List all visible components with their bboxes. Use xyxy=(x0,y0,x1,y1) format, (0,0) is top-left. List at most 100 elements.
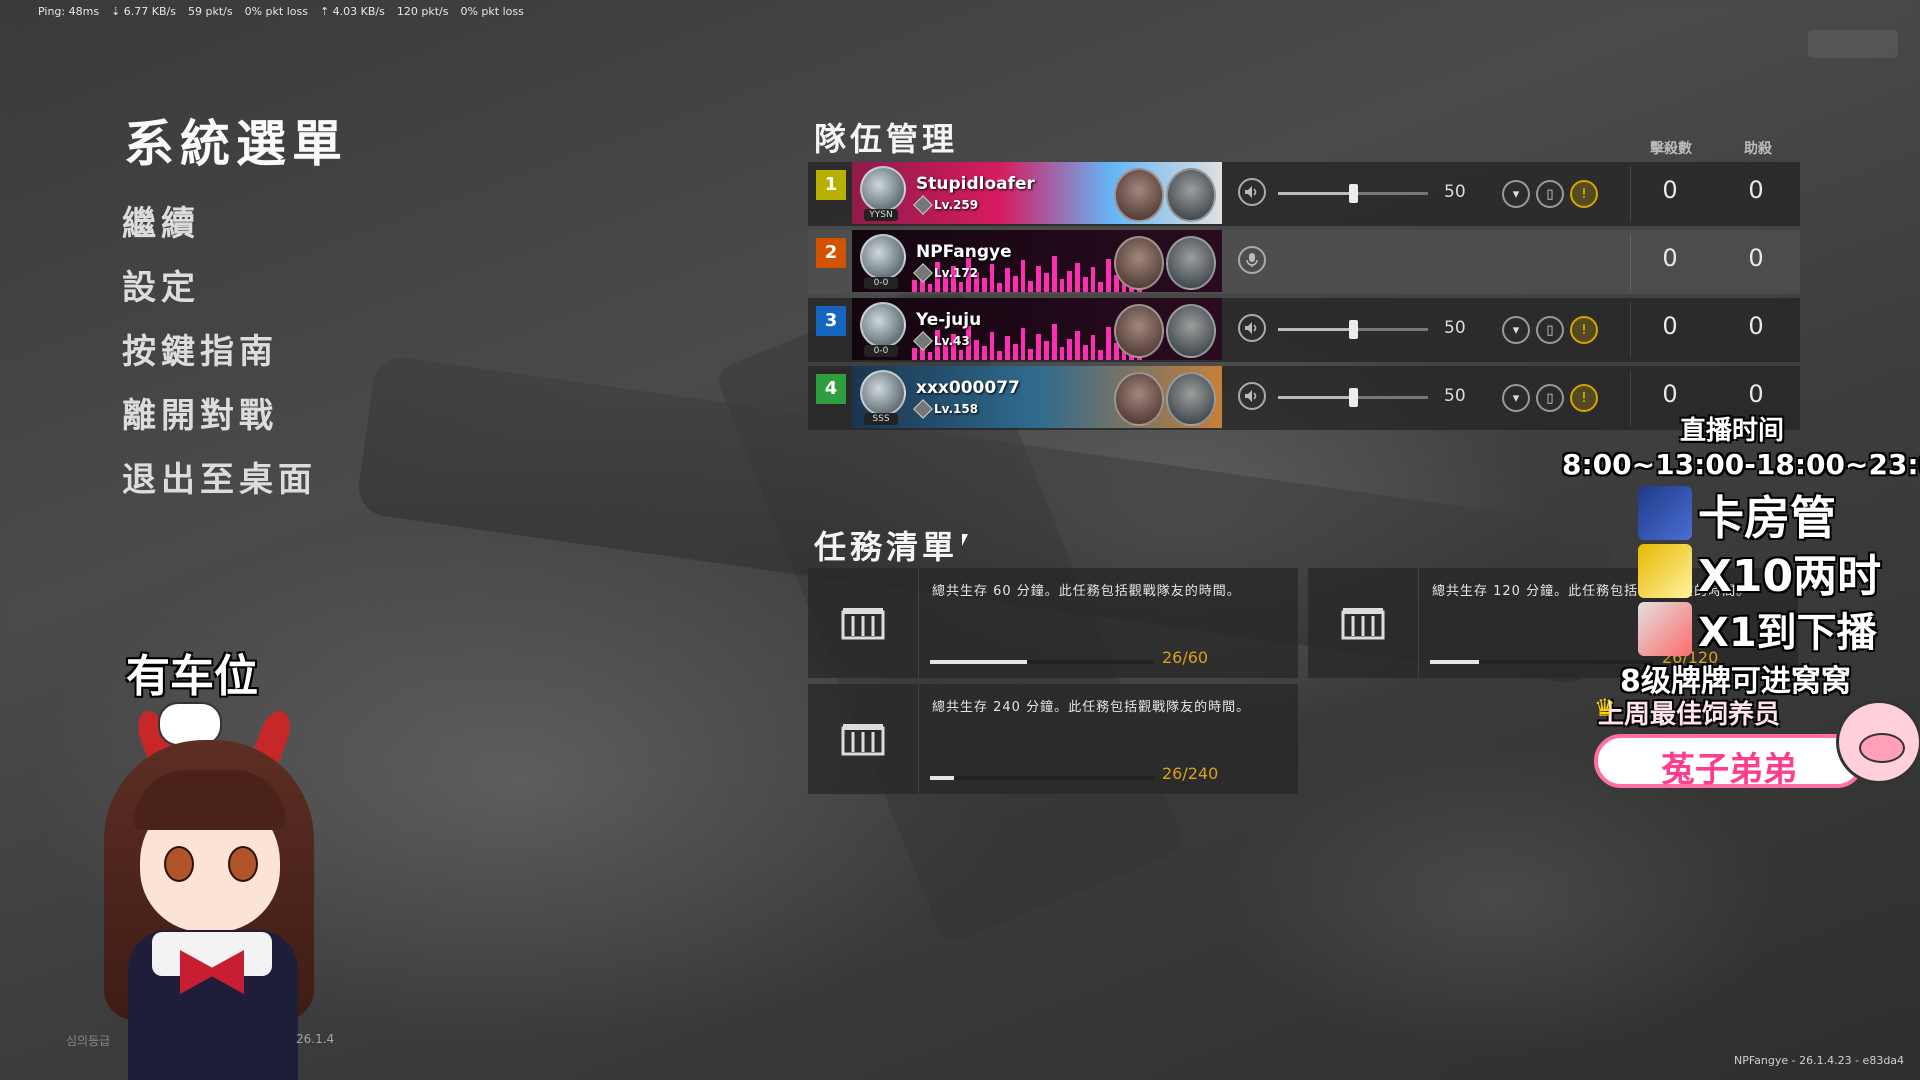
medal-emblem-icon xyxy=(1166,236,1216,290)
upload-packets: 120 pkt/s xyxy=(396,4,449,18)
volume-slider-thumb[interactable] xyxy=(1349,320,1358,339)
phone-icon[interactable]: ▯ xyxy=(1536,384,1564,412)
player-nameplate[interactable]: SSS xxx000077 Lv.158 xyxy=(852,366,1222,428)
volume-slider[interactable] xyxy=(1278,320,1428,339)
stats-divider xyxy=(1630,166,1631,222)
download-packets: 59 pkt/s xyxy=(187,4,233,18)
visualizer-bar xyxy=(1020,260,1026,292)
visualizer-bar xyxy=(1005,336,1010,360)
mission-card[interactable]: 總共生存 240 分鐘。此任務包括觀戰隊友的時間。 26/240 xyxy=(808,684,1298,794)
volume-value: 50 xyxy=(1444,386,1466,406)
mission-icon-box xyxy=(808,684,919,794)
upload-rate: 4.03 KB/s xyxy=(332,4,385,18)
mission-progress-bar xyxy=(930,660,1154,664)
alert-bell-icon[interactable]: ! xyxy=(1570,180,1598,208)
squad-management-title: 隊伍管理 xyxy=(814,120,959,158)
phone-icon[interactable]: ▯ xyxy=(1536,180,1564,208)
visualizer-bar xyxy=(1059,347,1065,360)
alert-bell-icon[interactable]: ! xyxy=(1570,384,1598,412)
reward-2-text: X10两时 xyxy=(1698,551,1882,602)
visualizer-bar xyxy=(1067,271,1073,292)
stats-divider xyxy=(1630,302,1631,358)
mission-progress-bar xyxy=(930,776,1154,780)
visualizer-bar xyxy=(1036,334,1042,360)
best-feeder-label: 上周最佳饲养员 xyxy=(1598,700,1781,730)
build-version-left: 26.1.4 xyxy=(296,1032,335,1046)
reward-1-text: 卡房管 xyxy=(1698,491,1836,545)
mission-progress-fill xyxy=(930,776,955,780)
visualizer-bar xyxy=(981,346,987,360)
speaker-glyph xyxy=(1245,390,1257,402)
visualizer-bar xyxy=(981,278,987,292)
player-name: Ye-juju xyxy=(916,310,982,330)
volume-slider-thumb[interactable] xyxy=(1349,184,1358,203)
report-flag-icon[interactable]: ▾ xyxy=(1502,316,1530,344)
assists-count: 0 xyxy=(1748,380,1764,408)
speaker-icon[interactable] xyxy=(1238,382,1266,410)
player-name: NPFangye xyxy=(916,242,1012,262)
visualizer-bar xyxy=(997,283,1003,292)
speaker-icon[interactable] xyxy=(1238,314,1266,342)
menu-item-exit-desktop[interactable]: 退出至桌面 xyxy=(122,448,317,512)
menu-item-key-guide[interactable]: 按鍵指南 xyxy=(122,320,317,384)
player-nameplate[interactable]: 0-0 NPFangye Lv.172 xyxy=(852,230,1222,292)
upload-arrow-icon: ⇡ xyxy=(319,4,330,18)
squad-member-row[interactable]: 1 YYSN Stupidloafer Lv.259 50 ▾ ▯! 0 0 xyxy=(808,162,1800,226)
reward-3-text: X1到下播 xyxy=(1698,610,1877,656)
volume-slider[interactable] xyxy=(1278,388,1428,407)
visualizer-bar xyxy=(1036,266,1042,292)
mission-icon-box xyxy=(1308,568,1419,678)
stats-divider xyxy=(1630,370,1631,426)
squad-member-row[interactable]: 3 0-0 Ye-juju Lv.43 50 ▾ ▯! 0 0 xyxy=(808,298,1800,362)
visualizer-bar xyxy=(1082,345,1088,360)
ping-text: Ping: 48ms xyxy=(38,4,100,18)
phone-icon[interactable]: ▯ xyxy=(1536,316,1564,344)
system-menu-list: 繼續 設定 按鍵指南 離開對戰 退出至桌面 xyxy=(122,192,317,512)
volume-slider-fill xyxy=(1278,192,1353,195)
microphone-icon[interactable] xyxy=(1238,246,1266,274)
pig-snout xyxy=(1859,733,1905,763)
player-nameplate[interactable]: 0-0 Ye-juju Lv.43 xyxy=(852,298,1222,360)
alert-bell-icon[interactable]: ! xyxy=(1570,316,1598,344)
visualizer-bar xyxy=(1106,327,1111,360)
player-level: Lv.158 xyxy=(934,402,979,416)
build-version-right: NPFangye - 26.1.4.23 - e83da4 xyxy=(1734,1054,1905,1067)
crown-icon: ♛ xyxy=(1594,694,1616,722)
visualizer-bar xyxy=(1075,331,1080,360)
speaker-glyph xyxy=(1245,186,1257,198)
visualizer-bar xyxy=(989,264,995,292)
visualizer-bar xyxy=(1098,350,1104,360)
player-avatar-icon xyxy=(860,370,906,416)
microphone-glyph xyxy=(1246,253,1258,267)
squad-member-row[interactable]: 4 SSS xxx000077 Lv.158 50 ▾ ▯! 0 0 xyxy=(808,366,1800,430)
vtuber-avatar xyxy=(94,700,334,1080)
visualizer-bar xyxy=(1090,267,1096,292)
menu-item-leave-match[interactable]: 離開對戰 xyxy=(122,384,317,448)
player-level: Lv.43 xyxy=(934,334,970,348)
squad-member-row[interactable]: 2 0-0 NPFangye Lv.172 0 0 xyxy=(808,230,1800,294)
volume-slider-thumb[interactable] xyxy=(1349,388,1358,407)
avatar-eye-right xyxy=(228,846,258,882)
assists-count: 0 xyxy=(1748,176,1764,204)
medal-emblem-icon xyxy=(1166,304,1216,358)
visualizer-bar xyxy=(1012,344,1018,360)
report-flag-icon[interactable]: ▾ xyxy=(1502,384,1530,412)
visualizer-bar xyxy=(1005,268,1010,292)
visualizer-bar xyxy=(1051,256,1057,292)
upload-loss: 0% pkt loss xyxy=(460,4,524,18)
player-avatar-icon xyxy=(860,234,906,280)
system-menu-title: 系統選單 xyxy=(124,115,348,173)
volume-slider[interactable] xyxy=(1278,184,1428,203)
seat-available-text: 有车位 xyxy=(126,651,258,702)
report-flag-icon[interactable]: ▾ xyxy=(1502,180,1530,208)
visualizer-bar xyxy=(997,351,1003,360)
squad-slot-number: 4 xyxy=(816,374,846,404)
speaker-icon[interactable] xyxy=(1238,178,1266,206)
mission-card[interactable]: 總共生存 60 分鐘。此任務包括觀戰隊友的時間。 26/60 xyxy=(808,568,1298,678)
menu-item-continue[interactable]: 繼續 xyxy=(122,192,317,256)
visualizer-bar xyxy=(958,350,964,360)
menu-item-settings[interactable]: 設定 xyxy=(122,256,317,320)
level-icon xyxy=(913,195,933,215)
player-nameplate[interactable]: YYSN Stupidloafer Lv.259 xyxy=(852,162,1222,224)
medal-emblem-icon xyxy=(1166,372,1216,426)
